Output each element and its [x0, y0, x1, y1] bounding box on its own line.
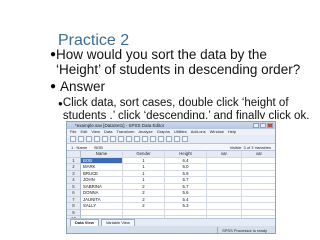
cell-editor-bar: 1 : Name BOB Visible: 3 of 3 Variables	[67, 144, 275, 151]
insert-cases-icon[interactable]	[142, 136, 148, 142]
visible-variables-label: Visible: 3 of 3 Variables	[229, 145, 271, 150]
menu-utilities[interactable]: Utilities	[174, 129, 187, 135]
value-labels-icon[interactable]	[182, 136, 188, 142]
split-file-icon[interactable]	[158, 136, 164, 142]
print-icon[interactable]	[86, 136, 92, 142]
insert-variable-icon[interactable]	[150, 136, 156, 142]
menu-data[interactable]: Data	[104, 129, 112, 135]
question-text: How would you sort the data by the ‘Heig…	[56, 47, 301, 77]
goto-case-icon[interactable]	[118, 136, 124, 142]
status-bar: SPSS Processor is ready	[67, 226, 275, 233]
data-grid: Name Gender Height var var 1 BOB 1 6.4 2…	[67, 151, 275, 223]
menu-edit[interactable]: Edit	[80, 129, 87, 135]
variables-icon[interactable]	[126, 136, 132, 142]
processor-status: SPSS Processor is ready	[217, 227, 267, 233]
instruction-bullet: ● Click data, sort cases, double click ‘…	[58, 97, 320, 119]
find-icon[interactable]	[134, 136, 140, 142]
cell-reference: 1 : Name	[71, 145, 88, 150]
question-bullet: ● How would you sort the data by the ‘He…	[50, 47, 310, 77]
menu-view[interactable]: View	[91, 129, 100, 135]
menu-analyze[interactable]: Analyze	[139, 129, 153, 135]
menu-graphs[interactable]: Graphs	[157, 129, 170, 135]
menu-transform[interactable]: Transform	[116, 129, 134, 135]
menu-help[interactable]: Help	[228, 129, 236, 135]
toolbar	[67, 135, 275, 144]
menu-file[interactable]: File	[70, 129, 76, 135]
window-titlebar: *example.sav [DataSet1] - SPSS Data Edit…	[67, 122, 275, 129]
window-title: *example.sav [DataSet1] - SPSS Data Edit…	[75, 123, 165, 128]
save-icon[interactable]	[78, 136, 84, 142]
menu-window[interactable]: Window	[210, 129, 224, 135]
dialog-recall-icon[interactable]	[94, 136, 100, 142]
maximize-button[interactable]	[260, 123, 266, 128]
redo-icon[interactable]	[110, 136, 116, 142]
view-tabs: Data View Variable View	[67, 218, 275, 226]
minimize-button[interactable]	[253, 123, 259, 128]
weight-cases-icon[interactable]	[166, 136, 172, 142]
cell-value[interactable]: BOB	[94, 145, 102, 150]
instruction-text: Click data, sort cases, double click ‘he…	[62, 97, 310, 119]
undo-icon[interactable]	[102, 136, 108, 142]
close-button[interactable]	[267, 123, 273, 128]
answer-bullet: ● Answer	[50, 79, 105, 95]
answer-label: Answer	[60, 79, 106, 94]
select-cases-icon[interactable]	[174, 136, 180, 142]
tab-data-view[interactable]: Data View	[70, 219, 99, 226]
open-icon[interactable]	[70, 136, 76, 142]
menu-addons[interactable]: Add-ons	[191, 129, 206, 135]
bullet-icon: ●	[50, 81, 57, 92]
window-controls	[253, 123, 273, 128]
tab-variable-view[interactable]: Variable View	[100, 219, 135, 226]
spss-data-editor-window: *example.sav [DataSet1] - SPSS Data Edit…	[66, 121, 276, 234]
